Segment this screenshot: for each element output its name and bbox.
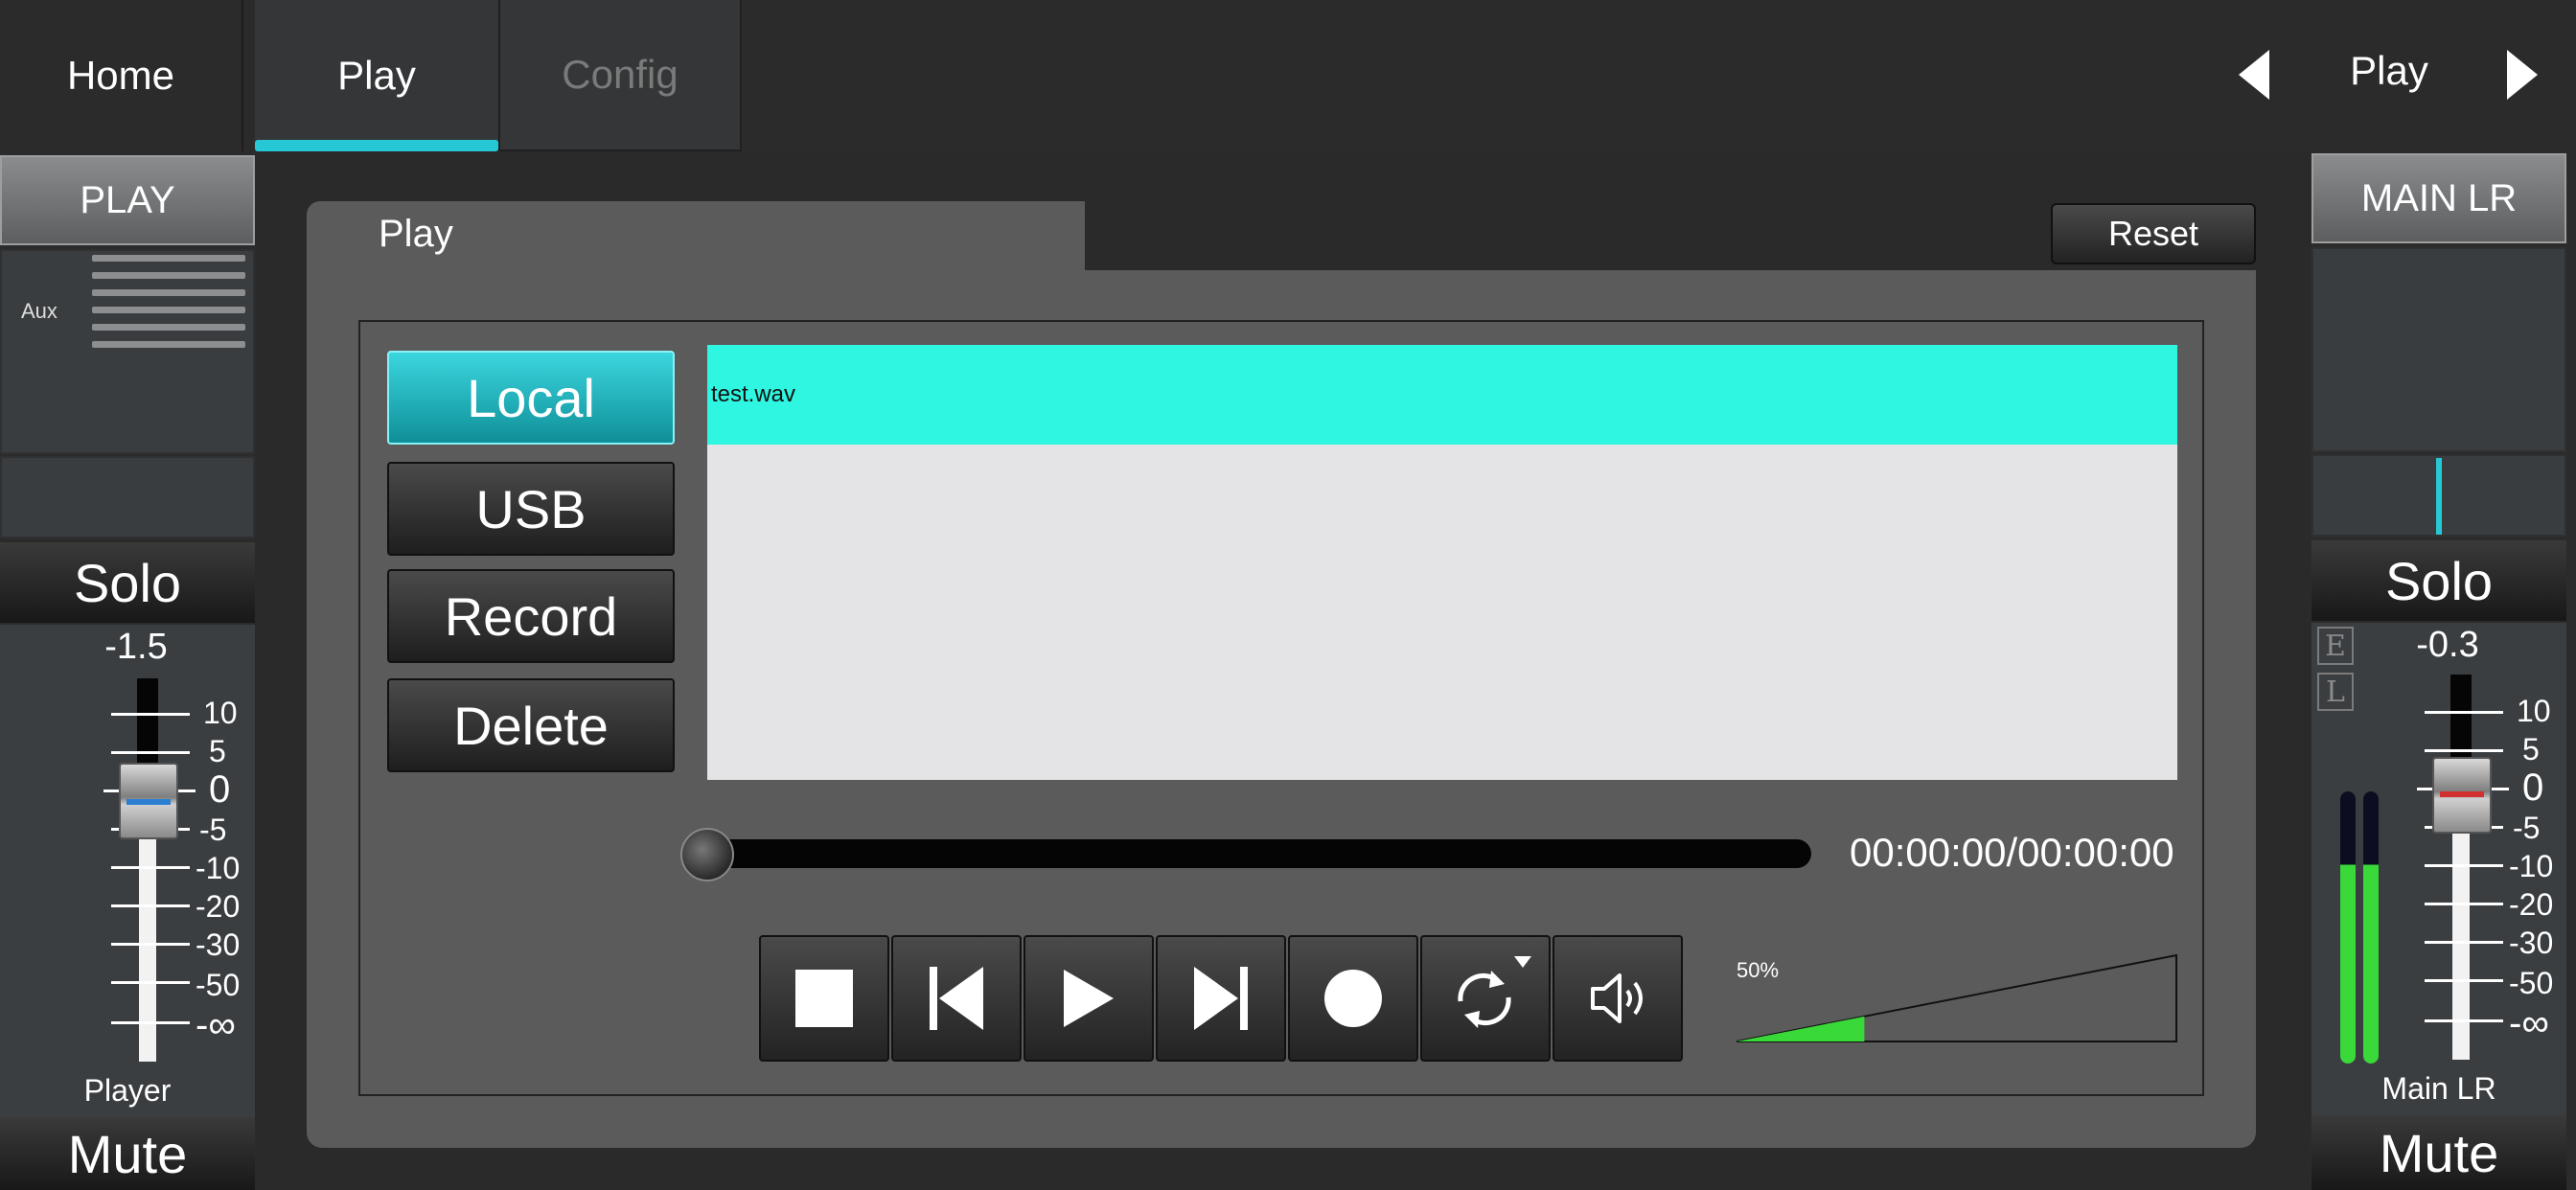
- scale-tick: [111, 943, 190, 946]
- volume-percent: 50%: [1736, 958, 1780, 982]
- scale-label: 0: [2522, 767, 2544, 809]
- channel-select-button[interactable]: PLAY: [0, 155, 255, 245]
- fader-track-top: [137, 678, 158, 776]
- scale-tick: [111, 904, 190, 907]
- scale-tick: [2425, 903, 2503, 905]
- fader-value-main: -0.3: [2416, 625, 2479, 665]
- scale-label: -20: [2509, 887, 2554, 922]
- scale-label: -30: [196, 927, 241, 962]
- loop-icon: [1458, 971, 1511, 1028]
- solo-button-main[interactable]: Solo: [2312, 540, 2566, 621]
- skip-previous-icon: [930, 967, 983, 1030]
- volume-slider[interactable]: [1736, 954, 2177, 1042]
- aux-send-panel[interactable]: [0, 249, 255, 454]
- tab-home[interactable]: Home: [0, 0, 243, 151]
- scale-label: -50: [196, 968, 241, 1002]
- scale-label: 5: [2522, 732, 2540, 767]
- scale-label: -50: [2509, 966, 2554, 1000]
- loop-mode-button[interactable]: [1420, 935, 1551, 1062]
- next-track-button[interactable]: [1156, 935, 1286, 1062]
- balance-indicator: [2436, 458, 2442, 535]
- reset-button[interactable]: Reset: [2051, 203, 2256, 264]
- next-page-icon[interactable]: [2507, 50, 2538, 100]
- mute-button-main[interactable]: Mute: [2312, 1115, 2566, 1190]
- scale-tick: [111, 751, 190, 754]
- volume-button[interactable]: [1552, 935, 1683, 1062]
- play-icon: [1064, 970, 1114, 1027]
- aux-bar: [92, 341, 245, 348]
- channel-select-button-main[interactable]: MAIN LR: [2312, 153, 2566, 243]
- scale-label: -10: [196, 851, 241, 885]
- aux-bar: [92, 255, 245, 262]
- stop-button[interactable]: [759, 935, 889, 1062]
- scale-label: -20: [196, 889, 241, 924]
- seek-bar[interactable]: [700, 839, 1811, 868]
- scale-label: 0: [209, 768, 231, 811]
- scale-label: 10: [2517, 694, 2551, 728]
- solo-button[interactable]: Solo: [0, 542, 255, 623]
- aux-label: Aux: [21, 299, 58, 323]
- pan-control[interactable]: [0, 456, 255, 538]
- eq-badge[interactable]: E: [2317, 627, 2354, 665]
- seek-handle[interactable]: [680, 828, 734, 881]
- panel-title: Play: [379, 213, 453, 255]
- page-selector-label: Play: [2350, 48, 2428, 93]
- source-usb-button[interactable]: USB: [387, 462, 675, 556]
- scale-label: -∞: [196, 1004, 236, 1046]
- tab-config[interactable]: Config: [498, 0, 742, 151]
- delete-button[interactable]: Delete: [387, 678, 675, 772]
- speaker-icon: [1591, 973, 1643, 1023]
- fader-knob-indicator: [126, 799, 171, 805]
- level-meter-left-main: [2340, 791, 2356, 1064]
- limiter-badge[interactable]: L: [2317, 673, 2354, 711]
- scale-tick: [111, 1021, 190, 1024]
- channel-name: Player: [83, 1073, 172, 1108]
- aux-bar: [92, 324, 245, 331]
- source-local-button[interactable]: Local: [387, 351, 675, 445]
- scale-tick: [2425, 749, 2503, 752]
- record-button[interactable]: [1288, 935, 1418, 1062]
- skip-next-icon: [1194, 967, 1248, 1030]
- play-button[interactable]: [1024, 935, 1154, 1062]
- active-tab-indicator: [255, 140, 498, 151]
- previous-track-button[interactable]: [891, 935, 1022, 1062]
- scale-label: -5: [199, 812, 227, 847]
- scale-label: -10: [2509, 849, 2554, 883]
- dropdown-arrow-icon: [1514, 956, 1531, 968]
- tab-play[interactable]: Play: [255, 0, 498, 151]
- fader-value: -1.5: [104, 627, 168, 667]
- level-meter-right-main: [2363, 791, 2379, 1064]
- scale-tick: [2425, 941, 2503, 944]
- stop-icon: [795, 970, 853, 1027]
- fader-knob-indicator-main: [2440, 791, 2484, 797]
- previous-page-icon[interactable]: [2239, 50, 2269, 100]
- eq-panel[interactable]: [2312, 247, 2566, 452]
- aux-bar: [92, 289, 245, 296]
- scale-label: 5: [209, 734, 226, 768]
- scale-label: 10: [203, 696, 238, 730]
- scale-label: -∞: [2509, 1002, 2549, 1044]
- scale-label: -5: [2513, 811, 2541, 845]
- record-icon: [1324, 970, 1382, 1027]
- scale-tick: [2425, 711, 2503, 714]
- channel-name-main: Main LR: [2381, 1071, 2496, 1106]
- mute-button[interactable]: Mute: [0, 1117, 255, 1190]
- aux-bar: [92, 307, 245, 313]
- scale-tick: [111, 713, 190, 716]
- scale-label: -30: [2509, 926, 2554, 960]
- scale-tick: [111, 866, 190, 869]
- aux-bar: [92, 272, 245, 279]
- file-list-item[interactable]: test.wav: [707, 345, 2177, 445]
- scale-tick: [2425, 1019, 2503, 1022]
- source-record-button[interactable]: Record: [387, 569, 675, 663]
- scale-tick: [2425, 864, 2503, 867]
- scale-tick: [2425, 979, 2503, 982]
- scale-tick: [111, 981, 190, 984]
- playback-time: 00:00:00/00:00:00: [1850, 830, 2174, 875]
